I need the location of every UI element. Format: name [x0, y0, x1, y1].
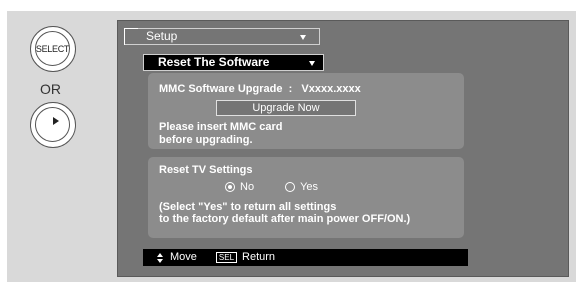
return-label: Return: [242, 251, 276, 263]
mmc-message-line1: Please insert MMC card: [159, 121, 283, 133]
reset-note: (Select "Yes" to return all settings to …: [159, 201, 410, 225]
mmc-message-line2: before upgrading.: [159, 134, 253, 146]
radio-unchecked-icon: [285, 182, 296, 192]
remote-buttons-column: SELECT OR: [7, 11, 107, 282]
mmc-upgrade-title: MMC Software Upgrade : Vxxxx.xxxx: [159, 83, 361, 95]
reset-tv-title: Reset TV Settings: [159, 164, 253, 176]
sel-key-icon: SEL: [215, 252, 238, 263]
select-button-label: SELECT: [35, 31, 70, 66]
move-label: Move: [170, 251, 197, 263]
radio-option-no[interactable]: No: [225, 181, 254, 193]
upgrade-now-button[interactable]: Upgrade Now: [216, 100, 356, 116]
reset-radio-group: No Yes: [225, 181, 318, 193]
navigation-ring-icon: [30, 102, 76, 148]
setup-menu-dropdown[interactable]: Setup: [124, 28, 320, 45]
mmc-message: Please insert MMC card before upgrading.: [159, 121, 283, 147]
dropdown-arrow-icon: [309, 61, 315, 66]
radio-checked-icon: [225, 182, 235, 192]
setup-menu-label: Setup: [146, 29, 178, 43]
instruction-frame: SELECT OR Setup Reset The Software MMC S…: [7, 11, 576, 282]
dropdown-arrow-icon: [300, 35, 306, 40]
radio-label-no: No: [240, 181, 255, 193]
mmc-upgrade-panel: MMC Software Upgrade : Vxxxx.xxxx Upgrad…: [148, 73, 464, 149]
radio-label-yes: Yes: [300, 181, 319, 193]
reset-tv-panel: Reset TV Settings No Yes (Select "Yes" t…: [148, 157, 464, 238]
reset-software-label: Reset The Software: [158, 55, 270, 69]
reset-software-dropdown[interactable]: Reset The Software: [143, 54, 324, 71]
reset-note-line2: to the factory default after main power …: [159, 213, 411, 225]
or-text: OR: [40, 81, 61, 97]
right-arrow-icon: [53, 117, 59, 125]
tv-screen: Setup Reset The Software MMC Software Up…: [117, 20, 569, 277]
select-button-icon: SELECT: [30, 26, 76, 72]
tab-corner-mark: [124, 28, 138, 45]
reset-note-line1: (Select "Yes" to return all settings: [159, 201, 337, 213]
radio-option-yes[interactable]: Yes: [285, 181, 318, 193]
status-bar: Move SEL Return: [143, 249, 468, 266]
up-down-arrows-icon: [157, 252, 163, 263]
